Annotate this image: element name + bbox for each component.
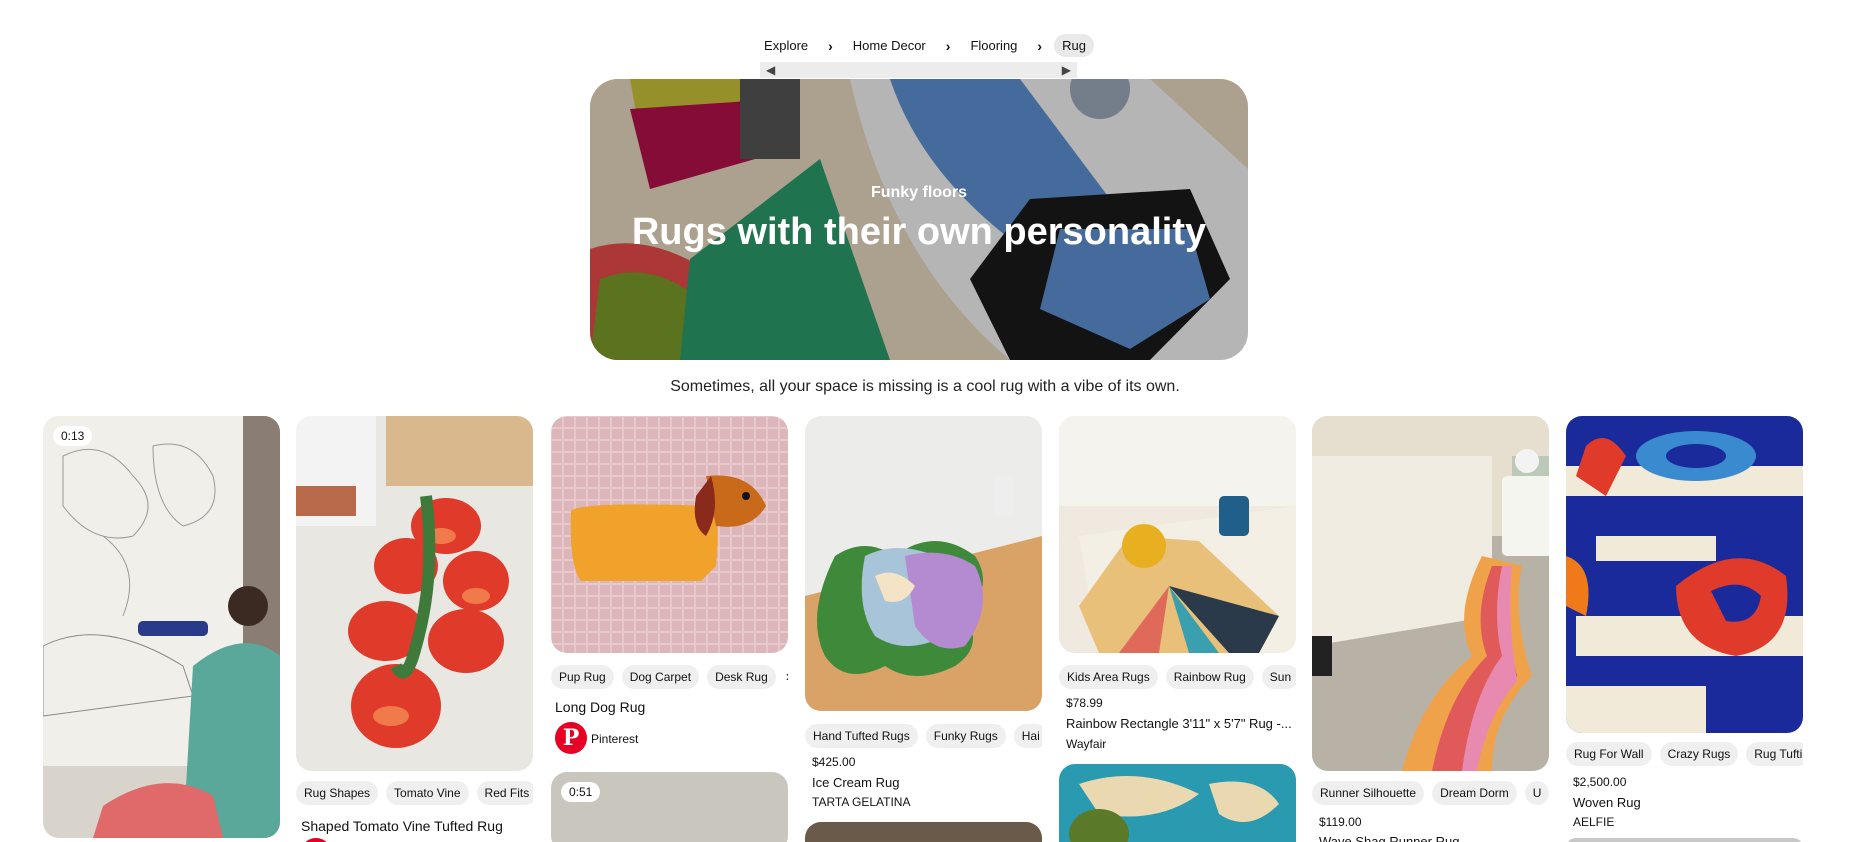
chip[interactable]: Funky Rugs bbox=[925, 724, 1006, 748]
pin-photo bbox=[551, 416, 788, 653]
chevron-right-icon: › bbox=[1037, 37, 1043, 54]
pin-price: $119.00 bbox=[1319, 815, 1362, 829]
hero-subtitle: Funky floors bbox=[870, 184, 967, 201]
chip[interactable]: Crazy Rugs bbox=[1659, 742, 1739, 766]
pin-photo bbox=[1059, 416, 1296, 653]
video-duration-badge: 0:51 bbox=[561, 782, 601, 802]
chip[interactable]: Rug Tufti bbox=[1746, 742, 1803, 766]
pin-image-ice-cream-rug[interactable] bbox=[805, 416, 1042, 711]
page-description: Sometimes, all your space is missing is … bbox=[670, 378, 1180, 395]
pin-photo bbox=[296, 416, 533, 771]
pin-seller[interactable]: Wayfair bbox=[1066, 737, 1106, 751]
pin-image-next[interactable] bbox=[1566, 838, 1803, 842]
breadcrumb: Explore › Home Decor › Flooring › Rug bbox=[0, 34, 1850, 57]
pin-photo bbox=[43, 416, 280, 838]
pin-image-woven-rug[interactable] bbox=[1566, 416, 1803, 733]
chip[interactable]: Dream Dorm bbox=[1432, 781, 1517, 805]
hero-banner[interactable]: Funky floors Rugs with their own persona… bbox=[590, 79, 1248, 360]
breadcrumb-rug[interactable]: Rug bbox=[1054, 34, 1094, 57]
pin-image-tomato-rug[interactable] bbox=[296, 416, 533, 771]
pin-chips: Rug Shapes Tomato Vine Red Fits › bbox=[296, 781, 533, 805]
chip[interactable]: Pup Rug bbox=[551, 665, 614, 689]
pin-title[interactable]: Shaped Tomato Vine Tufted Rug bbox=[301, 818, 503, 834]
pin-chips: Kids Area Rugs Rainbow Rug Sun › bbox=[1059, 665, 1296, 689]
pin-price: $425.00 bbox=[812, 755, 856, 769]
pin-title[interactable]: Ice Cream Rug bbox=[812, 775, 899, 790]
chip[interactable]: Kids Area Rugs bbox=[1059, 665, 1158, 689]
breadcrumb-explore[interactable]: Explore bbox=[756, 34, 816, 57]
pin-chips: Pup Rug Dog Carpet Desk Rug › bbox=[551, 665, 788, 689]
pin-chips: Runner Silhouette Dream Dorm U › bbox=[1312, 781, 1549, 805]
chip[interactable]: Red Fits bbox=[476, 781, 533, 805]
pin-image-sun-rug[interactable] bbox=[1059, 416, 1296, 653]
chip[interactable]: Rainbow Rug bbox=[1165, 665, 1254, 689]
breadcrumb-scrollbar[interactable]: ◀ ▶ bbox=[760, 62, 1077, 78]
chip[interactable]: Sun bbox=[1261, 665, 1296, 689]
pin-title[interactable]: Wave Shag Runner Rug bbox=[1319, 834, 1459, 842]
breadcrumb-home-decor[interactable]: Home Decor bbox=[845, 34, 934, 57]
pin-image-runner-rug[interactable] bbox=[1312, 416, 1549, 771]
pin-image-teal-rug[interactable] bbox=[1059, 764, 1296, 842]
pin-title[interactable]: Woven Rug bbox=[1573, 795, 1641, 810]
pin-image-wall-mural[interactable]: 0:13 bbox=[43, 416, 280, 838]
pin-image-video[interactable]: 0:51 bbox=[551, 772, 788, 842]
pin-seller[interactable]: TARTA GELATINA bbox=[812, 795, 910, 809]
pin-photo bbox=[1059, 764, 1296, 842]
scroll-left-icon[interactable]: ◀ bbox=[766, 62, 775, 78]
chip[interactable]: Dog Carpet bbox=[621, 665, 700, 689]
pin-title[interactable]: Long Dog Rug bbox=[555, 699, 645, 715]
pin-title[interactable]: Rainbow Rectangle 3'11" x 5'7" Rug -... bbox=[1066, 716, 1294, 731]
chip[interactable]: Hai bbox=[1013, 724, 1042, 748]
hero-title: Rugs with their own personality bbox=[631, 211, 1207, 253]
pin-photo bbox=[805, 416, 1042, 711]
chip[interactable]: Rug For Wall bbox=[1566, 742, 1652, 766]
pin-chips: Hand Tufted Rugs Funky Rugs Hai › bbox=[805, 724, 1042, 748]
pin-price: $2,500.00 bbox=[1573, 775, 1627, 789]
chip[interactable]: Desk Rug bbox=[707, 665, 776, 689]
pin-price: $78.99 bbox=[1066, 696, 1103, 710]
pinterest-logo-icon[interactable]: P bbox=[555, 722, 587, 754]
video-duration-badge: 0:13 bbox=[53, 426, 93, 446]
scroll-right-icon[interactable]: ▶ bbox=[1062, 62, 1071, 78]
pin-image-dog-rug[interactable] bbox=[551, 416, 788, 653]
chevron-right-icon: › bbox=[945, 37, 951, 54]
chevron-right-icon: › bbox=[828, 37, 833, 54]
pin-image-living-room[interactable] bbox=[805, 822, 1042, 842]
pin-source[interactable]: Pinterest bbox=[591, 732, 638, 746]
chip[interactable]: Tomato Vine bbox=[386, 781, 469, 805]
chip[interactable]: Rug Shapes bbox=[296, 781, 379, 805]
pin-photo bbox=[1312, 416, 1549, 771]
pin-photo bbox=[1566, 416, 1803, 733]
pin-chips: Rug For Wall Crazy Rugs Rug Tufti › bbox=[1566, 742, 1803, 766]
chip[interactable]: Runner Silhouette bbox=[1312, 781, 1425, 805]
chevron-right-icon[interactable]: › bbox=[786, 668, 788, 686]
breadcrumb-flooring[interactable]: Flooring bbox=[962, 34, 1025, 57]
chip[interactable]: U bbox=[1524, 781, 1549, 805]
pin-seller[interactable]: AELFIE bbox=[1573, 815, 1614, 829]
creator-avatar[interactable] bbox=[300, 838, 332, 842]
chip[interactable]: Hand Tufted Rugs bbox=[805, 724, 918, 748]
